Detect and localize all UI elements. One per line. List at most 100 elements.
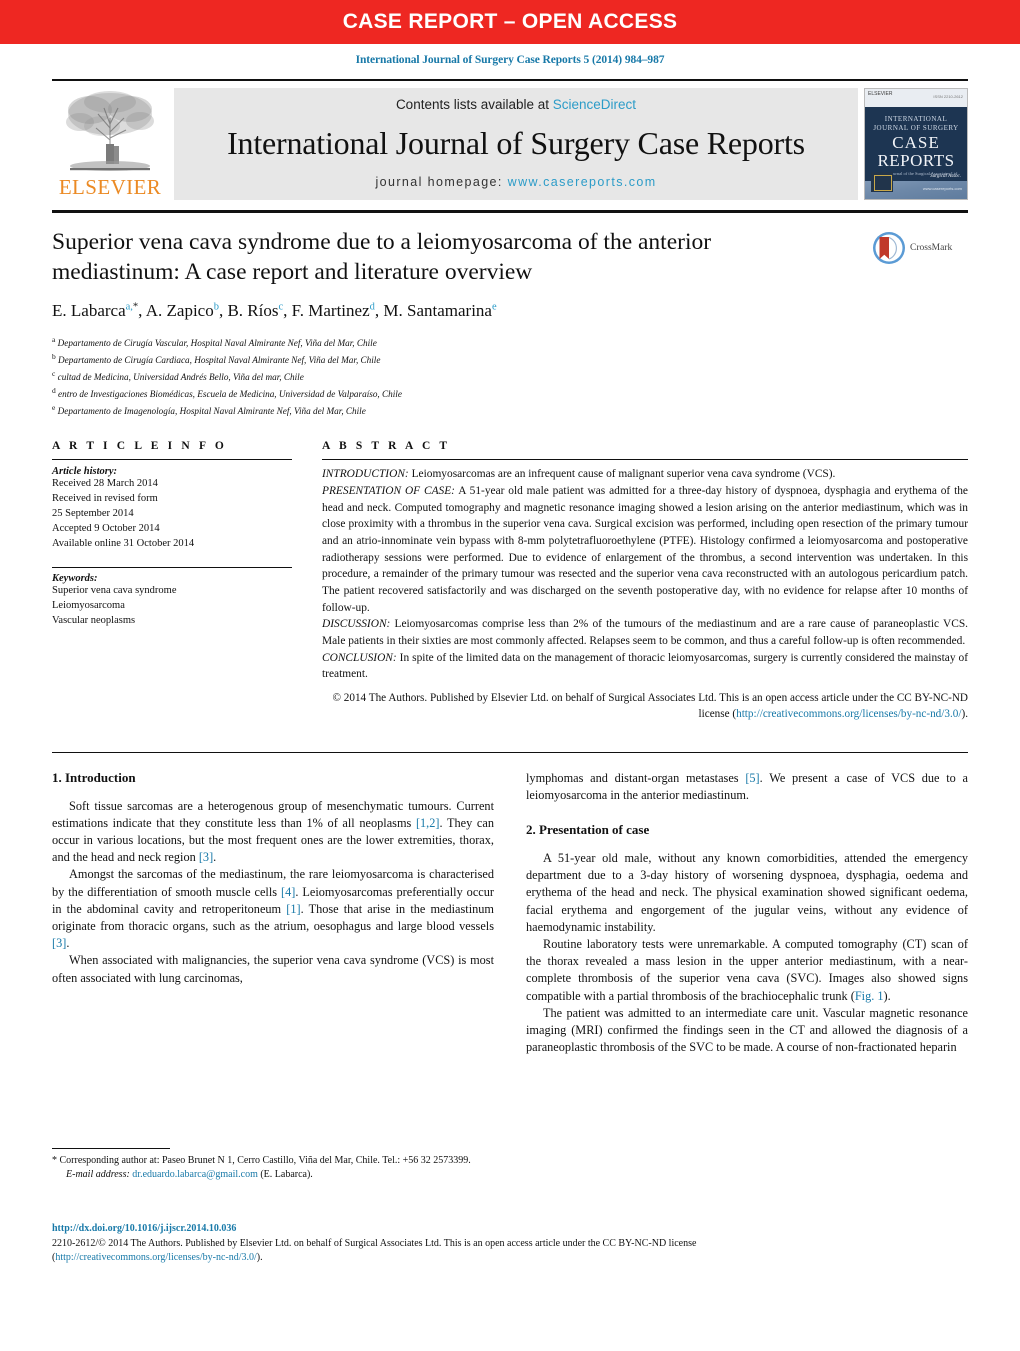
abstract-section-lead: CONCLUSION: [322,651,397,664]
abstract-column: A B S T R A C T INTRODUCTION: Leiomyosar… [322,440,968,733]
paragraph-text: Routine laboratory tests were unremarkab… [526,937,968,1003]
author-item: A. Zapicob, [145,301,228,321]
abstract-section-text: Leiomyosarcomas are an infrequent cause … [408,468,836,481]
paragraph: A 51-year old male, without any known co… [526,851,968,934]
author-name: M. Santamarina [383,301,492,321]
crossmark-badge[interactable]: CrossMark [872,227,968,265]
sciencedirect-link[interactable]: ScienceDirect [553,97,636,112]
abstract-section-lead: DISCUSSION: [322,618,391,631]
cover-url-text: www.casereports.com [922,186,962,191]
author-name: E. Labarca [52,301,126,321]
homepage-prefix: journal homepage: [375,175,508,189]
banner-text: CASE REPORT – OPEN ACCESS [342,10,678,33]
elsevier-wordmark: ELSEVIER [58,175,162,199]
citation-ref[interactable]: [1] [286,902,300,916]
citation-ref[interactable]: [4] [281,885,295,899]
cover-case-word: CASE [892,133,940,152]
abstract-section-lead: INTRODUCTION: [322,468,409,481]
paragraph: Soft tissue sarcomas are a heterogenous … [52,798,494,867]
journal-cover-thumbnail[interactable]: ELSEVIER ISSN 2210-2612 INTERNATIONAL JO… [864,88,968,200]
keywords-label: Keywords: [52,572,98,584]
footnote-rule [52,1148,170,1149]
footer-license-link[interactable]: http://creativecommons.org/licenses/by-n… [55,1252,256,1263]
running-head: International Journal of Surgery Case Re… [355,54,665,66]
contents-prefix: Contents lists available at [395,97,553,112]
keywords-rule [52,566,292,568]
author-affil-mark[interactable]: a, [126,302,133,313]
license-link[interactable]: http://creativecommons.org/licenses/by-n… [736,708,961,720]
paragraph: Routine laboratory tests were unremarkab… [526,936,968,1005]
author-name: B. Ríos [227,301,279,321]
paragraph-text: ). [883,988,891,1003]
citation-ref[interactable]: [1,2] [416,816,440,830]
corresponding-author-footnote: * Corresponding author at: Paseo Brunet … [52,1148,484,1182]
history-line: Available online 31 October 2014 [52,538,195,550]
cover-line-1: INTERNATIONAL [884,115,948,123]
article-info-rule [52,459,292,461]
cover-badge-text: Surgical Assoc. [930,174,961,179]
affiliation-mark: e [52,402,56,412]
author-item: B. Ríosc, [227,301,292,321]
title-block: Superior vena cava syndrome due to a lei… [52,213,968,418]
author-item: F. Martinezd, [291,301,384,321]
history-line: Accepted 9 October 2014 [52,523,160,535]
paragraph-text: . [213,850,217,865]
paragraph: When associated with malignancies, the s… [52,953,494,985]
author-affil-mark[interactable]: e [492,302,497,313]
affiliation-list: a Departamento de Cirugía Vascular, Hosp… [52,334,860,418]
abstract-rule [322,459,968,461]
author-affil-mark[interactable]: c [279,302,284,313]
citation-ref[interactable]: [5] [745,771,759,785]
keyword-item: Superior vena cava syndrome [52,584,177,596]
affiliation-item: d entro de Investigaciones Biomédicas, E… [52,385,860,402]
masthead-center: Contents lists available at ScienceDirec… [174,88,858,200]
abstract-section: CONCLUSION: In spite of the limited data… [322,650,968,683]
abstract-section-text: Leiomyosarcomas comprise less than 2% of… [322,618,968,647]
cover-reports-word: REPORTS [877,151,955,170]
homepage-url-link[interactable]: www.casereports.com [508,175,657,189]
abstract-section: PRESENTATION OF CASE: A 51-year old male… [322,483,968,616]
body-right-column: lymphomas and distant-organ metastases [… [526,770,968,1057]
paragraph: The patient was admitted to an intermedi… [526,1005,968,1055]
journal-homepage-line: journal homepage: www.casereports.com [375,175,656,189]
affiliation-item: e Departamento de Imagenología, Hospital… [52,402,860,419]
author-affil-mark[interactable]: d [370,302,375,313]
open-access-banner: CASE REPORT – OPEN ACCESS [0,0,1020,44]
abstract-copyright: © 2014 The Authors. Published by Elsevie… [322,690,968,723]
affiliation-text: Departamento de Imagenología, Hospital N… [57,405,366,416]
paragraph: lymphomas and distant-organ metastases [… [526,770,968,804]
figure-ref[interactable]: Fig. 1 [855,989,884,1003]
affiliation-text: Departamento de Cirugía Cardiaca, Hospit… [58,355,381,366]
email-label: E-mail address: [66,1169,130,1181]
elsevier-tree-icon [66,91,154,171]
section-heading-presentation-of-case: 2. Presentation of case [526,822,650,838]
citation-ref[interactable]: [3] [199,850,213,864]
copyright-suffix: ). [961,708,968,721]
affiliation-mark: a [52,335,56,345]
corresponding-author-mark[interactable]: * [133,302,138,313]
paragraph-text: lymphomas and distant-organ metastases [526,770,746,785]
abstract-section-lead: PRESENTATION OF CASE: [322,485,455,498]
cover-body: INTERNATIONAL JOURNAL OF SURGERY CASE RE… [865,107,967,199]
affiliation-mark: c [52,368,56,378]
paren-close: ). [256,1252,263,1263]
affiliation-mark: b [52,352,56,362]
affiliation-item: c cultad de Medicina, Universidad Andrés… [52,368,860,385]
citation-ref[interactable]: [3] [52,936,66,950]
abstract-heading: A B S T R A C T [322,440,451,453]
body-left-column: 1. Introduction Soft tissue sarcomas are… [52,770,494,1057]
paragraph: Amongst the sarcomas of the mediastinum,… [52,866,494,952]
article-info-column: A R T I C L E I N F O Article history: R… [52,440,292,733]
author-name: A. Zapico [145,301,214,321]
crossmark-icon [873,232,905,264]
doi-link[interactable]: http://dx.doi.org/10.1016/j.ijscr.2014.1… [52,1222,968,1237]
journal-title: International Journal of Surgery Case Re… [227,125,805,161]
footer-copyright-text: 2210-2612/© 2014 The Authors. Published … [52,1237,697,1249]
author-item: E. Labarcaa,*, [52,301,146,321]
author-affil-mark[interactable]: b [214,302,219,313]
author-name: F. Martinez [291,301,370,321]
article-history-label: Article history: [52,466,118,478]
email-link[interactable]: dr.eduardo.labarca@gmail.com [132,1169,258,1180]
author-item: M. Santamarinae [383,301,496,320]
